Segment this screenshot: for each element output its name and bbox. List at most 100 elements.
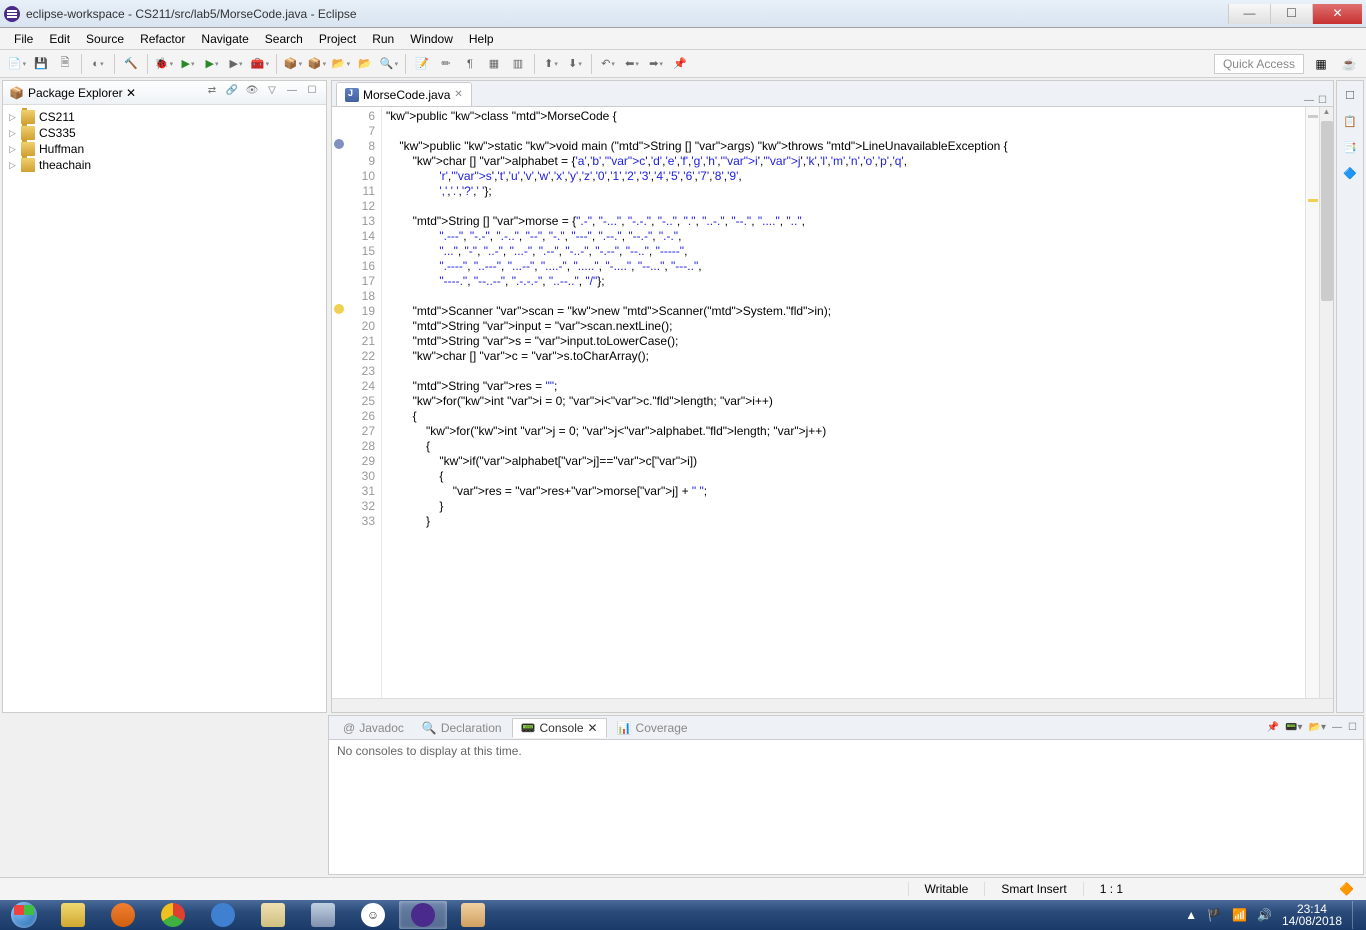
taskbar-paint[interactable]	[449, 901, 497, 929]
annotation-prev-button[interactable]: ⬆	[540, 53, 562, 75]
maximize-icon[interactable]: ☐	[304, 85, 320, 101]
pin-button[interactable]: 📌	[669, 53, 691, 75]
toggle-highlight-button[interactable]: ▥	[507, 53, 529, 75]
outline-view-icon[interactable]: 📋	[1340, 111, 1360, 131]
toggle-block-button[interactable]: ✏	[435, 53, 457, 75]
task-list-icon[interactable]: 📑	[1340, 137, 1360, 157]
minimize-button[interactable]: —	[1228, 4, 1270, 24]
overview-ruler[interactable]	[1305, 107, 1319, 698]
tree-item-theachain[interactable]: ▷ theachain	[9, 157, 320, 173]
taskbar-chrome[interactable]	[149, 901, 197, 929]
warning-marker-icon[interactable]	[334, 304, 344, 314]
vertical-scrollbar[interactable]: ▲	[1319, 107, 1333, 698]
show-whitespace-button[interactable]: ¶	[459, 53, 481, 75]
menu-project[interactable]: Project	[311, 30, 364, 48]
ruler-warning-mark[interactable]	[1308, 199, 1318, 202]
debug-button[interactable]: 🐞	[153, 53, 175, 75]
open-task-button[interactable]: 📂	[354, 53, 376, 75]
menu-edit[interactable]: Edit	[41, 30, 78, 48]
code-area[interactable]: "kw">public "kw">class "mtd">MorseCode {…	[382, 107, 1305, 698]
tray-volume-icon[interactable]: 🔊	[1257, 908, 1272, 922]
coverage-tab[interactable]: 📊 Coverage	[609, 719, 696, 737]
open-console-icon[interactable]: 📂▾	[1309, 722, 1326, 733]
start-button[interactable]	[0, 900, 48, 930]
toggle-mark-button[interactable]: 📝	[411, 53, 433, 75]
tree-item-cs335[interactable]: ▷ CS335	[9, 125, 320, 141]
tree-item-huffman[interactable]: ▷ Huffman	[9, 141, 320, 157]
declaration-tab[interactable]: 🔍 Declaration	[414, 719, 510, 737]
expand-icon[interactable]: ▷	[9, 160, 21, 171]
maximize-icon[interactable]: ☐	[1348, 722, 1357, 733]
external-tools-button[interactable]: 🧰	[249, 53, 271, 75]
save-button[interactable]: 💾	[30, 53, 52, 75]
toggle-wrap-button[interactable]: ▦	[483, 53, 505, 75]
focus-icon[interactable]: 👁	[244, 85, 260, 101]
view-menu-icon[interactable]: ▽	[264, 85, 280, 101]
new-package-button[interactable]: 📦	[282, 53, 304, 75]
forward-button[interactable]: ➡	[645, 53, 667, 75]
taskbar-ie[interactable]	[199, 901, 247, 929]
new-class-button[interactable]: 📦	[306, 53, 328, 75]
info-marker-icon[interactable]	[334, 139, 344, 149]
annotation-next-button[interactable]: ⬇	[564, 53, 586, 75]
scrollbar-thumb[interactable]	[1321, 121, 1333, 301]
console-tab[interactable]: 📟 Console ✕	[512, 718, 607, 738]
taskbar-app1[interactable]: ☺	[349, 901, 397, 929]
save-all-button[interactable]: 🗎	[54, 53, 76, 75]
taskbar-eclipse[interactable]	[399, 901, 447, 929]
code-editor[interactable]: 6789101112131415161718192021222324252627…	[332, 107, 1333, 698]
maximize-editor-icon[interactable]: ☐	[1318, 95, 1327, 106]
close-button[interactable]: ✕	[1312, 4, 1362, 24]
taskbar-explorer[interactable]	[49, 901, 97, 929]
collapse-all-icon[interactable]: ⇄	[204, 85, 220, 101]
run-last-button[interactable]: ▶	[225, 53, 247, 75]
hierarchy-icon[interactable]: 🔷	[1340, 163, 1360, 183]
tray-network-icon[interactable]: 📶	[1232, 908, 1247, 922]
tab-close-icon[interactable]: ✕	[454, 89, 462, 100]
new-button[interactable]: 📄	[6, 53, 28, 75]
display-console-icon[interactable]: 📟▾	[1285, 722, 1302, 733]
minimize-icon[interactable]: —	[1332, 722, 1342, 733]
tray-flag-icon[interactable]: 🏴	[1207, 908, 1222, 922]
show-desktop-button[interactable]	[1352, 901, 1360, 929]
taskbar-notepad[interactable]	[249, 901, 297, 929]
taskbar-calculator[interactable]	[299, 901, 347, 929]
open-perspective-button[interactable]: ▦	[1310, 53, 1332, 75]
link-editor-icon[interactable]: 🔗	[224, 85, 240, 101]
menu-help[interactable]: Help	[461, 30, 502, 48]
expand-icon[interactable]: ▷	[9, 112, 21, 123]
quick-access-field[interactable]: Quick Access	[1214, 54, 1304, 74]
pin-console-icon[interactable]: 📌	[1267, 722, 1279, 733]
coverage-button[interactable]: ▶	[201, 53, 223, 75]
java-perspective-button[interactable]: ☕	[1338, 53, 1360, 75]
taskbar-mediaplayer[interactable]	[99, 901, 147, 929]
search-button[interactable]: 🔍	[378, 53, 400, 75]
restore-icon[interactable]: ☐	[1340, 85, 1360, 105]
menu-run[interactable]: Run	[364, 30, 402, 48]
menu-file[interactable]: File	[6, 30, 41, 48]
horizontal-scrollbar[interactable]	[332, 698, 1333, 712]
last-edit-button[interactable]: ↶	[597, 53, 619, 75]
open-type-button[interactable]: 📂	[330, 53, 352, 75]
minimize-editor-icon[interactable]: —	[1304, 95, 1314, 106]
javadoc-tab[interactable]: @ Javadoc	[335, 719, 412, 737]
tray-arrow-icon[interactable]: ▲	[1185, 908, 1197, 922]
back-button[interactable]: ⬅	[621, 53, 643, 75]
menu-navigate[interactable]: Navigate	[193, 30, 256, 48]
editor-tab-morsecode[interactable]: MorseCode.java ✕	[336, 82, 472, 106]
tree-item-cs211[interactable]: ▷ CS211	[9, 109, 320, 125]
expand-icon[interactable]: ▷	[9, 128, 21, 139]
menu-refactor[interactable]: Refactor	[132, 30, 193, 48]
taskbar-clock[interactable]: 23:14 14/08/2018	[1282, 903, 1342, 927]
menu-search[interactable]: Search	[257, 30, 311, 48]
project-tree[interactable]: ▷ CS211 ▷ CS335 ▷ Huffman ▷ theachain	[3, 105, 326, 712]
maximize-button[interactable]: ☐	[1270, 4, 1312, 24]
run-button[interactable]: ▶	[177, 53, 199, 75]
rss-icon[interactable]: 🔶	[1339, 882, 1354, 896]
build-button[interactable]: 🔨	[120, 53, 142, 75]
expand-icon[interactable]: ▷	[9, 144, 21, 155]
switch-editor-button[interactable]: ◐	[87, 53, 109, 75]
menu-window[interactable]: Window	[402, 30, 461, 48]
menu-source[interactable]: Source	[78, 30, 132, 48]
ruler-mark[interactable]	[1308, 115, 1318, 118]
